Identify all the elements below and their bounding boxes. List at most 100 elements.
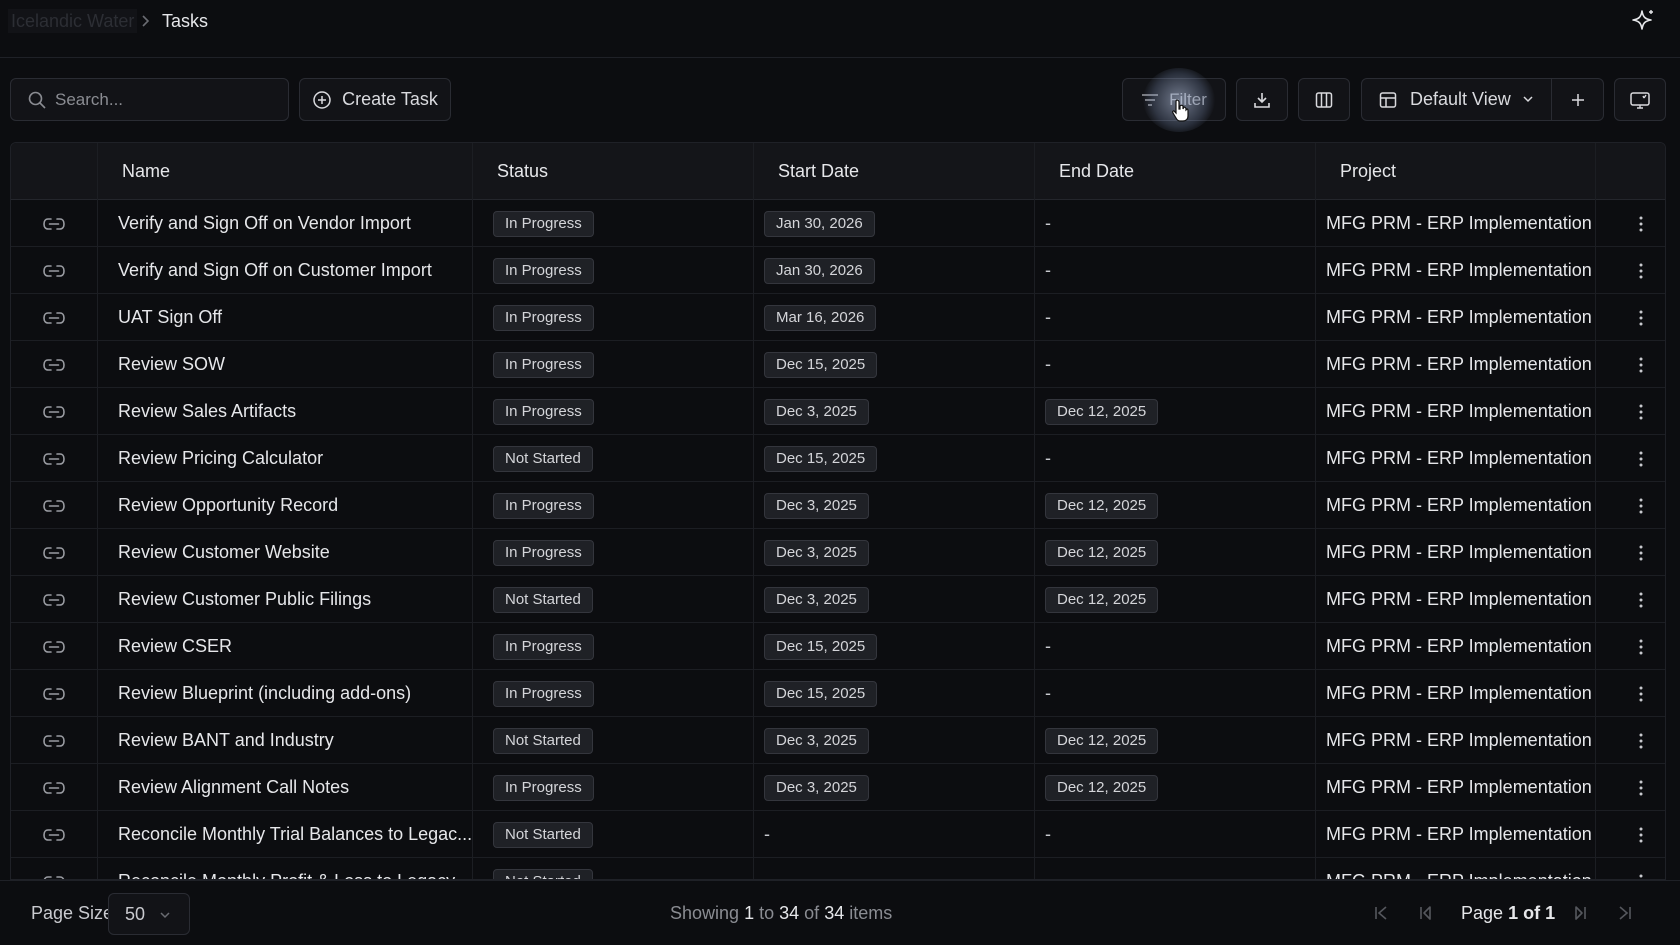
link-icon[interactable] bbox=[11, 811, 97, 858]
table-row[interactable]: Verify and Sign Off on Customer Import In… bbox=[11, 247, 1665, 294]
link-icon[interactable] bbox=[11, 764, 97, 811]
task-name[interactable]: Review Pricing Calculator bbox=[118, 435, 478, 482]
add-view-button[interactable] bbox=[1552, 78, 1604, 121]
prev-page-icon[interactable] bbox=[1415, 903, 1435, 923]
link-icon[interactable] bbox=[11, 294, 97, 341]
link-icon[interactable] bbox=[11, 200, 97, 247]
columns-button[interactable] bbox=[1298, 78, 1350, 121]
task-name[interactable]: Review Blueprint (including add-ons) bbox=[118, 670, 478, 717]
link-icon[interactable] bbox=[11, 341, 97, 388]
project-name[interactable]: MFG PRM - ERP Implementation bbox=[1326, 482, 1592, 529]
task-name[interactable]: Reconcile Monthly Profit & Loss to Legac… bbox=[118, 858, 478, 879]
project-name[interactable]: MFG PRM - ERP Implementation bbox=[1326, 858, 1592, 879]
link-icon[interactable] bbox=[11, 529, 97, 576]
sparkle-icon[interactable] bbox=[1630, 8, 1656, 34]
link-icon[interactable] bbox=[11, 247, 97, 294]
more-vertical-icon[interactable] bbox=[1631, 529, 1651, 576]
table-row[interactable]: Review Blueprint (including add-ons) In P… bbox=[11, 670, 1665, 717]
showing-of-word: of bbox=[804, 903, 820, 923]
page-size-select[interactable]: 50 bbox=[108, 893, 190, 935]
more-vertical-icon[interactable] bbox=[1631, 764, 1651, 811]
table-row[interactable]: Review BANT and Industry Not Started Dec 3… bbox=[11, 717, 1665, 764]
more-vertical-icon[interactable] bbox=[1631, 482, 1651, 529]
table-row[interactable]: Reconcile Monthly Profit & Loss to Legac… bbox=[11, 858, 1665, 879]
download-button[interactable] bbox=[1236, 78, 1288, 121]
table-row[interactable]: Review Opportunity Record In Progress Dec … bbox=[11, 482, 1665, 529]
project-name[interactable]: MFG PRM - ERP Implementation bbox=[1326, 717, 1592, 764]
project-name[interactable]: MFG PRM - ERP Implementation bbox=[1326, 623, 1592, 670]
project-name[interactable]: MFG PRM - ERP Implementation bbox=[1326, 294, 1592, 341]
link-icon[interactable] bbox=[11, 482, 97, 529]
column-header-name[interactable]: Name bbox=[97, 143, 472, 200]
project-name[interactable]: MFG PRM - ERP Implementation bbox=[1326, 435, 1592, 482]
task-name[interactable]: Review Alignment Call Notes bbox=[118, 764, 478, 811]
status-badge: In Progress bbox=[493, 398, 594, 425]
project-name[interactable]: MFG PRM - ERP Implementation bbox=[1326, 529, 1592, 576]
task-name[interactable]: Reconcile Monthly Trial Balances to Lega… bbox=[118, 811, 478, 858]
plus-icon bbox=[1571, 93, 1584, 106]
project-name[interactable]: MFG PRM - ERP Implementation bbox=[1326, 764, 1592, 811]
table-row[interactable]: UAT Sign Off In Progress Mar 16, 2026 - MFG … bbox=[11, 294, 1665, 341]
task-name[interactable]: Review Customer Website bbox=[118, 529, 478, 576]
task-name[interactable]: Review Opportunity Record bbox=[118, 482, 478, 529]
task-name[interactable]: Verify and Sign Off on Vendor Import bbox=[118, 200, 478, 247]
more-vertical-icon[interactable] bbox=[1631, 858, 1651, 879]
task-name[interactable]: Review Sales Artifacts bbox=[118, 388, 478, 435]
project-name[interactable]: MFG PRM - ERP Implementation bbox=[1326, 388, 1592, 435]
more-vertical-icon[interactable] bbox=[1631, 435, 1651, 482]
table-row[interactable]: Reconcile Monthly Trial Balances to Lega… bbox=[11, 811, 1665, 858]
more-vertical-icon[interactable] bbox=[1631, 623, 1651, 670]
table-row[interactable]: Review SOW In Progress Dec 15, 2025 - MFG PR… bbox=[11, 341, 1665, 388]
link-icon[interactable] bbox=[11, 623, 97, 670]
project-name[interactable]: MFG PRM - ERP Implementation bbox=[1326, 200, 1592, 247]
task-name[interactable]: Review Customer Public Filings bbox=[118, 576, 478, 623]
column-header-status[interactable]: Status bbox=[472, 143, 753, 200]
table-row[interactable]: Review Alignment Call Notes In Progress De… bbox=[11, 764, 1665, 811]
first-page-icon[interactable] bbox=[1371, 903, 1391, 923]
more-vertical-icon[interactable] bbox=[1631, 341, 1651, 388]
more-vertical-icon[interactable] bbox=[1631, 294, 1651, 341]
table-row[interactable]: Verify and Sign Off on Vendor Import In P… bbox=[11, 200, 1665, 247]
column-header-end-date[interactable]: End Date bbox=[1034, 143, 1315, 200]
link-icon[interactable] bbox=[11, 388, 97, 435]
project-name[interactable]: MFG PRM - ERP Implementation bbox=[1326, 341, 1592, 388]
task-name[interactable]: Verify and Sign Off on Customer Import bbox=[118, 247, 478, 294]
last-page-icon[interactable] bbox=[1615, 903, 1635, 923]
end-date-empty: - bbox=[1045, 354, 1051, 374]
view-selector[interactable]: Default View bbox=[1361, 78, 1552, 121]
more-vertical-icon[interactable] bbox=[1631, 717, 1651, 764]
more-vertical-icon[interactable] bbox=[1631, 811, 1651, 858]
link-icon[interactable] bbox=[11, 858, 97, 879]
table-row[interactable]: Review Sales Artifacts In Progress Dec 3, … bbox=[11, 388, 1665, 435]
task-name[interactable]: Review CSER bbox=[118, 623, 478, 670]
project-name[interactable]: MFG PRM - ERP Implementation bbox=[1326, 811, 1592, 858]
column-header-project[interactable]: Project bbox=[1315, 143, 1595, 200]
task-name[interactable]: Review BANT and Industry bbox=[118, 717, 478, 764]
more-vertical-icon[interactable] bbox=[1631, 388, 1651, 435]
task-name[interactable]: UAT Sign Off bbox=[118, 294, 478, 341]
project-name[interactable]: MFG PRM - ERP Implementation bbox=[1326, 247, 1592, 294]
column-header-start-date[interactable]: Start Date bbox=[753, 143, 1034, 200]
table-row[interactable]: Review CSER In Progress Dec 15, 2025 - MFG P… bbox=[11, 623, 1665, 670]
start-date-badge: Dec 15, 2025 bbox=[764, 633, 878, 660]
more-vertical-icon[interactable] bbox=[1631, 576, 1651, 623]
link-icon[interactable] bbox=[11, 576, 97, 623]
next-page-icon[interactable] bbox=[1571, 903, 1591, 923]
link-icon[interactable] bbox=[11, 435, 97, 482]
table-row[interactable]: Review Pricing Calculator Not Started Dec … bbox=[11, 435, 1665, 482]
table-row[interactable]: Review Customer Public Filings Not Starte… bbox=[11, 576, 1665, 623]
link-icon[interactable] bbox=[11, 717, 97, 764]
search-input[interactable] bbox=[55, 87, 275, 113]
breadcrumb-root[interactable]: Icelandic Water bbox=[8, 9, 138, 33]
more-vertical-icon[interactable] bbox=[1631, 200, 1651, 247]
create-task-button[interactable]: Create Task bbox=[299, 78, 451, 121]
search-box[interactable] bbox=[10, 78, 289, 121]
project-name[interactable]: MFG PRM - ERP Implementation bbox=[1326, 670, 1592, 717]
project-name[interactable]: MFG PRM - ERP Implementation bbox=[1326, 576, 1592, 623]
more-vertical-icon[interactable] bbox=[1631, 670, 1651, 717]
more-vertical-icon[interactable] bbox=[1631, 247, 1651, 294]
task-name[interactable]: Review SOW bbox=[118, 341, 478, 388]
display-button[interactable] bbox=[1614, 78, 1666, 121]
link-icon[interactable] bbox=[11, 670, 97, 717]
table-row[interactable]: Review Customer Website In Progress Dec 3,… bbox=[11, 529, 1665, 576]
